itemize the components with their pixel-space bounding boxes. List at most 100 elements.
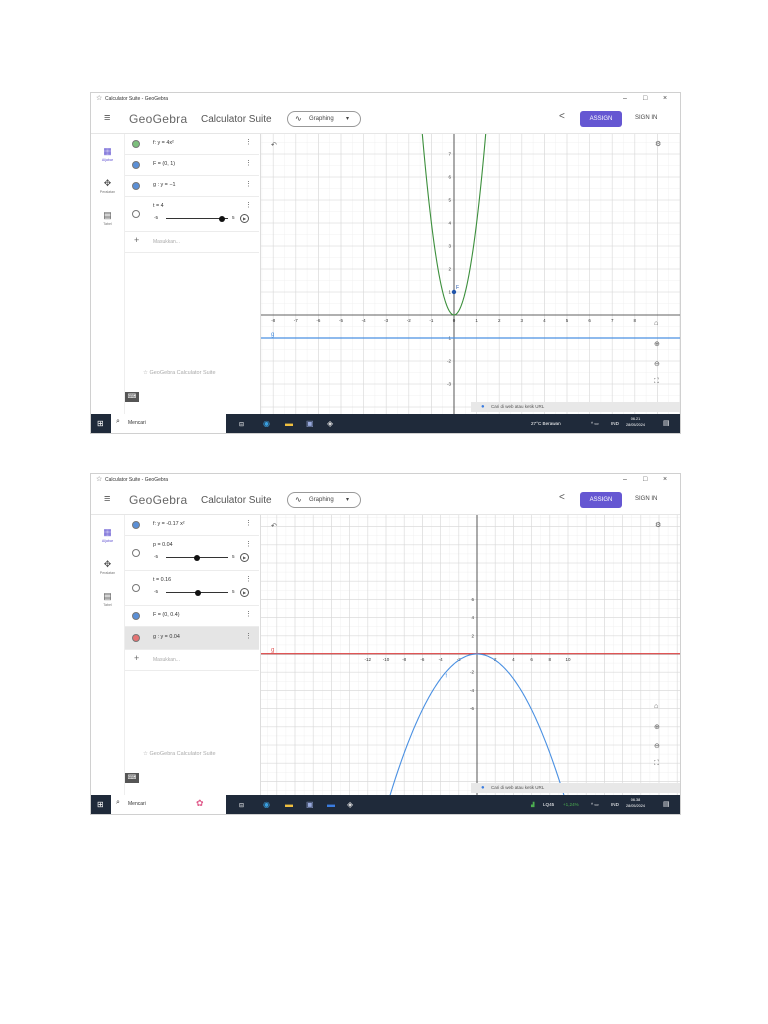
slider[interactable]: -5 5 ▶ — [154, 588, 254, 597]
algebra-row[interactable]: f: y = -0.17 x² ⋮ — [125, 515, 259, 536]
edge-icon[interactable]: ◉ — [263, 419, 270, 428]
edge-icon[interactable]: ◉ — [263, 800, 270, 809]
algebra-row[interactable]: t = 0.16 ⋮ -5 5 ▶ — [125, 571, 259, 606]
assign-button[interactable]: ASSIGN — [580, 492, 622, 508]
algebra-row[interactable]: g : y = −1 ⋮ — [125, 176, 259, 197]
clock[interactable]: 06.38 28/05/2024 — [626, 797, 645, 809]
browser-popup[interactable]: ● Cari di web atau ketik URL — [471, 402, 680, 412]
gear-icon[interactable]: ⚙ — [655, 140, 661, 148]
geogebra-app-icon[interactable]: ◈ — [347, 800, 353, 809]
plus-icon[interactable]: + — [134, 653, 139, 663]
tray-icons[interactable]: ^ ▭ — [591, 421, 599, 427]
hamburger-icon[interactable]: ≡ — [104, 493, 110, 505]
slider[interactable]: -5 5 ▶ — [154, 214, 254, 223]
visibility-toggle[interactable] — [132, 612, 140, 620]
rail-item-table[interactable]: ▤ Tabel — [91, 591, 124, 607]
expression-text[interactable]: F = (0, 1) — [153, 161, 175, 167]
keyboard-icon[interactable]: ⌨ — [125, 773, 139, 783]
visibility-toggle[interactable] — [132, 140, 140, 148]
notification-icon[interactable]: ▤ — [663, 419, 670, 427]
expression-text[interactable]: g : y = 0.04 — [153, 634, 180, 640]
play-icon[interactable]: ▶ — [240, 553, 249, 562]
stock-name[interactable]: LQ45 — [543, 802, 554, 807]
taskbar-search[interactable]: ⌕ Mencari ✿ — [111, 795, 226, 814]
more-icon[interactable]: ⋮ — [245, 159, 252, 167]
play-icon[interactable]: ▶ — [240, 588, 249, 597]
weather-text[interactable]: 27°C Berawan — [531, 421, 561, 426]
algebra-row[interactable]: p = 0.04 ⋮ -5 5 ▶ — [125, 536, 259, 571]
minimize-button[interactable]: – — [623, 474, 627, 486]
input-placeholder[interactable]: Masukkan... — [153, 239, 180, 245]
play-icon[interactable]: ▶ — [240, 214, 249, 223]
sign-in-button[interactable]: SIGN IN — [635, 496, 657, 502]
share-icon[interactable]: < — [559, 492, 565, 503]
algebra-row[interactable]: t = 4 ⋮ -5 5 ▶ — [125, 197, 259, 232]
close-button[interactable]: × — [663, 93, 667, 105]
visibility-toggle[interactable] — [132, 521, 140, 529]
slider[interactable]: -5 5 ▶ — [154, 553, 254, 562]
more-icon[interactable]: ⋮ — [245, 632, 252, 640]
expression-text[interactable]: t = 4 — [153, 203, 164, 209]
maximize-button[interactable]: □ — [643, 474, 647, 486]
input-row[interactable]: + Masukkan... — [125, 650, 259, 671]
clock[interactable]: 06.21 28/05/2024 — [626, 416, 645, 428]
browser-popup[interactable]: ● Cari di web atau ketik URL — [471, 783, 680, 793]
plus-icon[interactable]: + — [134, 235, 139, 245]
zoom-in-icon[interactable]: ⊕ — [654, 723, 660, 731]
task-view-icon[interactable]: ⊟ — [239, 421, 244, 428]
task-view-icon[interactable]: ⊟ — [239, 802, 244, 809]
expression-text[interactable]: g : y = −1 — [153, 182, 175, 188]
expression-text[interactable]: f: y = 4x² — [153, 140, 174, 146]
visibility-toggle[interactable] — [132, 634, 140, 642]
keyboard-icon[interactable]: ⌨ — [125, 392, 139, 402]
expression-text[interactable]: t = 0.16 — [153, 577, 171, 583]
rail-item-algebra[interactable]: ▦ Aljabar — [91, 527, 124, 543]
geogebra-app-icon[interactable]: ◈ — [327, 419, 333, 428]
input-placeholder[interactable]: Masukkan... — [153, 657, 180, 663]
more-icon[interactable]: ⋮ — [245, 575, 252, 583]
fullscreen-icon[interactable]: ⛶ — [654, 378, 659, 386]
graphing-selector[interactable]: ∿ Graphing ▾ — [287, 492, 361, 508]
graphics-view[interactable]: -8-7-6-5-4-3-2-10123456787654321-1-2-3gF… — [261, 134, 680, 414]
sign-in-button[interactable]: SIGN IN — [635, 115, 657, 121]
more-icon[interactable]: ⋮ — [245, 519, 252, 527]
algebra-row[interactable]: g : y = 0.04 ⋮ — [125, 627, 259, 650]
language-indicator[interactable]: IND — [611, 802, 619, 807]
stock-change[interactable]: +1,24% — [563, 802, 579, 807]
rail-item-tools[interactable]: ✥ Peralatan — [91, 178, 124, 194]
home-icon[interactable]: ⌂ — [654, 320, 658, 327]
expression-text[interactable]: p = 0.04 — [153, 542, 173, 548]
input-row[interactable]: + Masukkan... — [125, 232, 259, 253]
slider-knob[interactable] — [194, 589, 201, 596]
more-icon[interactable]: ⋮ — [245, 540, 252, 548]
algebra-row[interactable]: F = (0, 1) ⋮ — [125, 155, 259, 176]
gear-icon[interactable]: ⚙ — [655, 521, 661, 529]
home-icon[interactable]: ⌂ — [654, 703, 658, 710]
close-button[interactable]: × — [663, 474, 667, 486]
more-icon[interactable]: ⋮ — [245, 138, 252, 146]
slider-knob[interactable] — [218, 215, 225, 222]
minimize-button[interactable]: – — [623, 93, 627, 105]
store-icon[interactable]: ▣ — [306, 800, 314, 809]
zoom-out-icon[interactable]: ⊖ — [654, 742, 660, 750]
graphics-view[interactable]: -12 -10 -8 -6 -4 -2 2 4 6 8 10 6 4 2 -2 -4 -6 g f ↶ ⚙ ⌂ ⊕ … — [261, 515, 680, 795]
undo-icon[interactable]: ↶ — [271, 522, 277, 530]
algebra-row[interactable]: f: y = 4x² ⋮ — [125, 134, 259, 155]
folder-icon[interactable]: ▬ — [285, 419, 293, 428]
stock-icon[interactable]: ▟ — [531, 802, 535, 808]
graphing-selector[interactable]: ∿ Graphing ▾ — [287, 111, 361, 127]
windows-start-icon[interactable]: ⊞ — [97, 800, 104, 809]
slider-knob[interactable] — [194, 554, 201, 561]
store-icon[interactable]: ▣ — [306, 419, 314, 428]
visibility-toggle[interactable] — [132, 182, 140, 190]
rail-item-table[interactable]: ▤ Tabel — [91, 210, 124, 226]
visibility-toggle[interactable] — [132, 549, 140, 557]
taskbar-search[interactable]: ⌕ Mencari — [111, 414, 226, 433]
visibility-toggle[interactable] — [132, 210, 140, 218]
rail-item-algebra[interactable]: ▦ Aljabar — [91, 146, 124, 162]
assign-button[interactable]: ASSIGN — [580, 111, 622, 127]
expression-text[interactable]: F = (0, 0.4) — [153, 612, 180, 618]
notification-icon[interactable]: ▤ — [663, 800, 670, 808]
language-indicator[interactable]: IND — [611, 421, 619, 426]
expression-text[interactable]: f: y = -0.17 x² — [153, 521, 185, 527]
